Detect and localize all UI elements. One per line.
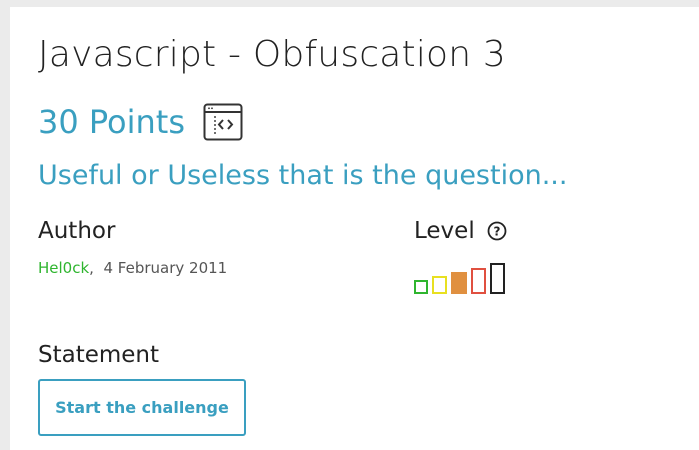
author-meta: Hel0ck, 4 February 2011 (38, 259, 227, 277)
level-bar-4 (471, 268, 486, 294)
level-bar-2 (432, 276, 447, 294)
question-mark-icon[interactable]: ? (487, 221, 507, 241)
author-heading: Author (38, 218, 116, 244)
challenge-card: Javascript - Obfuscation 3 30 Points Use… (10, 7, 699, 450)
level-bar-5 (490, 263, 505, 294)
publish-date: 4 February 2011 (103, 259, 228, 277)
level-bar-1 (414, 280, 428, 294)
level-indicator (414, 263, 505, 294)
level-heading-text: Level (414, 218, 475, 244)
points-row: 30 Points (38, 103, 243, 141)
challenge-subtitle: Useful or Useless that is the question..… (38, 160, 568, 191)
page-title: Javascript - Obfuscation 3 (38, 34, 507, 75)
author-separator: , (89, 259, 94, 277)
start-challenge-button[interactable]: Start the challenge (38, 379, 246, 436)
svg-text:?: ? (493, 225, 500, 239)
level-heading: Level ? (414, 218, 507, 244)
points-value: 30 Points (38, 103, 186, 141)
statement-heading: Statement (38, 342, 160, 368)
code-window-icon (203, 103, 243, 141)
author-link[interactable]: Hel0ck (38, 259, 89, 277)
level-bar-3 (451, 272, 467, 294)
